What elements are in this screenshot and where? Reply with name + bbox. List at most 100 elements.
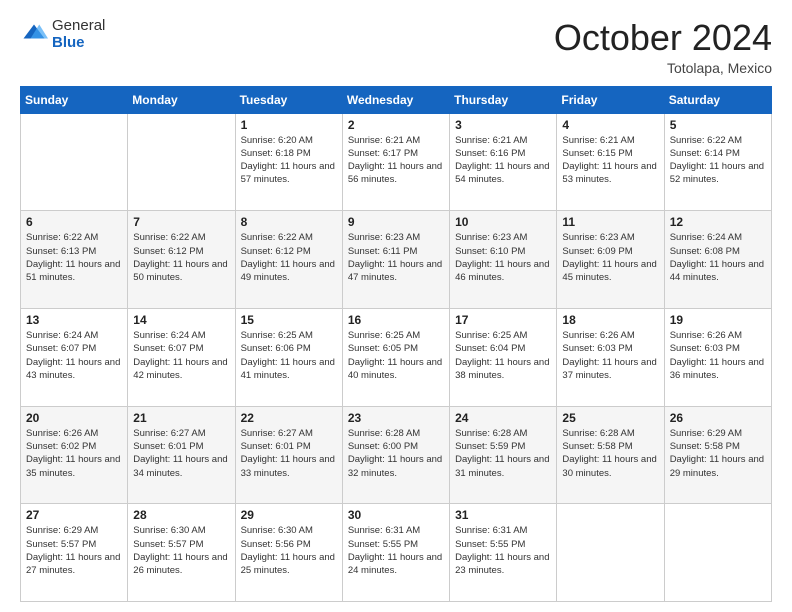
sunset-text: Sunset: 5:57 PM (133, 539, 203, 550)
cell-info: Sunrise: 6:21 AM Sunset: 6:17 PM Dayligh… (348, 134, 444, 187)
calendar-header-row: Sunday Monday Tuesday Wednesday Thursday… (21, 86, 772, 113)
day-number: 26 (670, 411, 766, 425)
table-row: 6 Sunrise: 6:22 AM Sunset: 6:13 PM Dayli… (21, 211, 128, 309)
daylight-text: Daylight: 11 hours and 44 minutes. (670, 259, 764, 283)
sunrise-text: Sunrise: 6:24 AM (26, 330, 98, 341)
month-title: October 2024 (554, 18, 772, 58)
day-number: 5 (670, 118, 766, 132)
table-row: 5 Sunrise: 6:22 AM Sunset: 6:14 PM Dayli… (664, 113, 771, 211)
sunset-text: Sunset: 6:18 PM (241, 148, 311, 159)
sunrise-text: Sunrise: 6:22 AM (26, 232, 98, 243)
sunset-text: Sunset: 6:05 PM (348, 343, 418, 354)
cell-info: Sunrise: 6:21 AM Sunset: 6:16 PM Dayligh… (455, 134, 551, 187)
cell-info: Sunrise: 6:29 AM Sunset: 5:58 PM Dayligh… (670, 427, 766, 480)
sunset-text: Sunset: 5:57 PM (26, 539, 96, 550)
sunset-text: Sunset: 5:56 PM (241, 539, 311, 550)
table-row: 17 Sunrise: 6:25 AM Sunset: 6:04 PM Dayl… (450, 308, 557, 406)
table-row: 11 Sunrise: 6:23 AM Sunset: 6:09 PM Dayl… (557, 211, 664, 309)
table-row: 16 Sunrise: 6:25 AM Sunset: 6:05 PM Dayl… (342, 308, 449, 406)
table-row: 9 Sunrise: 6:23 AM Sunset: 6:11 PM Dayli… (342, 211, 449, 309)
sunrise-text: Sunrise: 6:30 AM (133, 525, 205, 536)
table-row: 24 Sunrise: 6:28 AM Sunset: 5:59 PM Dayl… (450, 406, 557, 504)
daylight-text: Daylight: 11 hours and 47 minutes. (348, 259, 442, 283)
logo: General Blue (20, 18, 105, 51)
sunset-text: Sunset: 5:55 PM (348, 539, 418, 550)
daylight-text: Daylight: 11 hours and 29 minutes. (670, 454, 764, 478)
table-row: 14 Sunrise: 6:24 AM Sunset: 6:07 PM Dayl… (128, 308, 235, 406)
sunrise-text: Sunrise: 6:22 AM (133, 232, 205, 243)
cell-info: Sunrise: 6:22 AM Sunset: 6:12 PM Dayligh… (241, 231, 337, 284)
table-row: 8 Sunrise: 6:22 AM Sunset: 6:12 PM Dayli… (235, 211, 342, 309)
sunrise-text: Sunrise: 6:23 AM (455, 232, 527, 243)
cell-info: Sunrise: 6:21 AM Sunset: 6:15 PM Dayligh… (562, 134, 658, 187)
table-row: 13 Sunrise: 6:24 AM Sunset: 6:07 PM Dayl… (21, 308, 128, 406)
table-row: 27 Sunrise: 6:29 AM Sunset: 5:57 PM Dayl… (21, 504, 128, 602)
daylight-text: Daylight: 11 hours and 36 minutes. (670, 357, 764, 381)
sunrise-text: Sunrise: 6:23 AM (348, 232, 420, 243)
cell-info: Sunrise: 6:24 AM Sunset: 6:07 PM Dayligh… (133, 329, 229, 382)
page: General Blue October 2024 Totolapa, Mexi… (0, 0, 792, 612)
day-number: 18 (562, 313, 658, 327)
day-number: 8 (241, 215, 337, 229)
daylight-text: Daylight: 11 hours and 56 minutes. (348, 161, 442, 185)
col-saturday: Saturday (664, 86, 771, 113)
daylight-text: Daylight: 11 hours and 50 minutes. (133, 259, 227, 283)
day-number: 10 (455, 215, 551, 229)
day-number: 25 (562, 411, 658, 425)
day-number: 30 (348, 508, 444, 522)
day-number: 11 (562, 215, 658, 229)
sunrise-text: Sunrise: 6:29 AM (670, 428, 742, 439)
sunset-text: Sunset: 6:12 PM (133, 246, 203, 257)
sunrise-text: Sunrise: 6:24 AM (670, 232, 742, 243)
daylight-text: Daylight: 11 hours and 33 minutes. (241, 454, 335, 478)
daylight-text: Daylight: 11 hours and 49 minutes. (241, 259, 335, 283)
sunset-text: Sunset: 6:06 PM (241, 343, 311, 354)
table-row: 2 Sunrise: 6:21 AM Sunset: 6:17 PM Dayli… (342, 113, 449, 211)
calendar-week-row: 13 Sunrise: 6:24 AM Sunset: 6:07 PM Dayl… (21, 308, 772, 406)
sunset-text: Sunset: 5:55 PM (455, 539, 525, 550)
day-number: 1 (241, 118, 337, 132)
sunrise-text: Sunrise: 6:20 AM (241, 135, 313, 146)
sunrise-text: Sunrise: 6:25 AM (348, 330, 420, 341)
day-number: 20 (26, 411, 122, 425)
sunrise-text: Sunrise: 6:22 AM (670, 135, 742, 146)
cell-info: Sunrise: 6:24 AM Sunset: 6:07 PM Dayligh… (26, 329, 122, 382)
cell-info: Sunrise: 6:31 AM Sunset: 5:55 PM Dayligh… (348, 524, 444, 577)
cell-info: Sunrise: 6:26 AM Sunset: 6:02 PM Dayligh… (26, 427, 122, 480)
day-number: 3 (455, 118, 551, 132)
cell-info: Sunrise: 6:22 AM Sunset: 6:12 PM Dayligh… (133, 231, 229, 284)
day-number: 9 (348, 215, 444, 229)
table-row: 26 Sunrise: 6:29 AM Sunset: 5:58 PM Dayl… (664, 406, 771, 504)
col-tuesday: Tuesday (235, 86, 342, 113)
daylight-text: Daylight: 11 hours and 27 minutes. (26, 552, 120, 576)
cell-info: Sunrise: 6:28 AM Sunset: 6:00 PM Dayligh… (348, 427, 444, 480)
sunrise-text: Sunrise: 6:21 AM (455, 135, 527, 146)
sunrise-text: Sunrise: 6:27 AM (133, 428, 205, 439)
cell-info: Sunrise: 6:26 AM Sunset: 6:03 PM Dayligh… (562, 329, 658, 382)
cell-info: Sunrise: 6:25 AM Sunset: 6:04 PM Dayligh… (455, 329, 551, 382)
day-number: 15 (241, 313, 337, 327)
daylight-text: Daylight: 11 hours and 38 minutes. (455, 357, 549, 381)
day-number: 31 (455, 508, 551, 522)
day-number: 24 (455, 411, 551, 425)
daylight-text: Daylight: 11 hours and 34 minutes. (133, 454, 227, 478)
col-wednesday: Wednesday (342, 86, 449, 113)
cell-info: Sunrise: 6:22 AM Sunset: 6:14 PM Dayligh… (670, 134, 766, 187)
sunset-text: Sunset: 6:17 PM (348, 148, 418, 159)
sunrise-text: Sunrise: 6:25 AM (455, 330, 527, 341)
daylight-text: Daylight: 11 hours and 53 minutes. (562, 161, 656, 185)
table-row: 29 Sunrise: 6:30 AM Sunset: 5:56 PM Dayl… (235, 504, 342, 602)
sunrise-text: Sunrise: 6:28 AM (455, 428, 527, 439)
daylight-text: Daylight: 11 hours and 25 minutes. (241, 552, 335, 576)
calendar-week-row: 1 Sunrise: 6:20 AM Sunset: 6:18 PM Dayli… (21, 113, 772, 211)
header: General Blue October 2024 Totolapa, Mexi… (20, 18, 772, 76)
sunrise-text: Sunrise: 6:29 AM (26, 525, 98, 536)
sunrise-text: Sunrise: 6:25 AM (241, 330, 313, 341)
cell-info: Sunrise: 6:29 AM Sunset: 5:57 PM Dayligh… (26, 524, 122, 577)
sunset-text: Sunset: 5:58 PM (562, 441, 632, 452)
daylight-text: Daylight: 11 hours and 57 minutes. (241, 161, 335, 185)
col-sunday: Sunday (21, 86, 128, 113)
day-number: 12 (670, 215, 766, 229)
table-row: 18 Sunrise: 6:26 AM Sunset: 6:03 PM Dayl… (557, 308, 664, 406)
sunrise-text: Sunrise: 6:22 AM (241, 232, 313, 243)
